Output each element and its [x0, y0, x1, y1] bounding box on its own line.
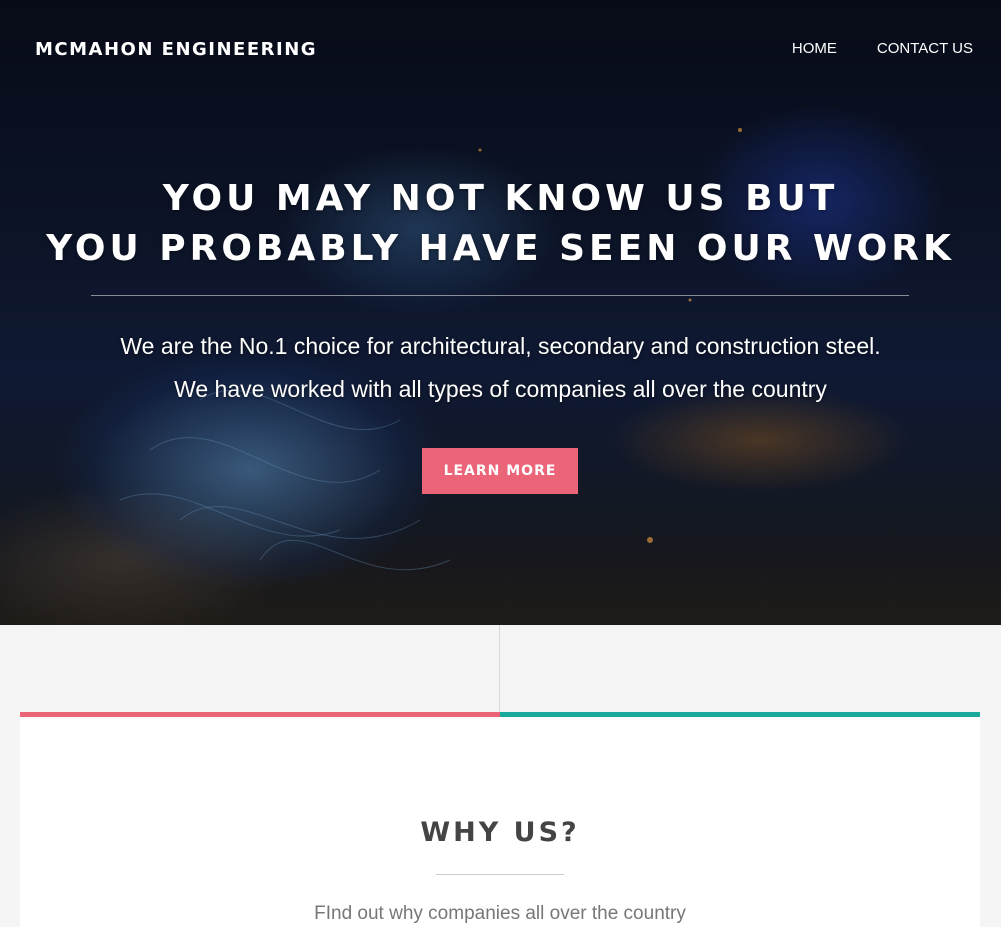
hero-subtext-line2: We have worked with all types of compani…	[174, 376, 827, 402]
hero-divider	[91, 295, 909, 296]
hero-headline: YOU MAY NOT KNOW US BUT YOU PROBABLY HAV…	[0, 174, 1001, 274]
why-us-subtitle: FInd out why companies all over the coun…	[314, 903, 686, 924]
hero-background-image	[119, 128, 742, 571]
hero-subtext-line1: We are the No.1 choice for architectural…	[120, 333, 881, 359]
why-us-divider	[436, 874, 564, 875]
hero-headline-line1: YOU MAY NOT KNOW US BUT	[162, 178, 839, 219]
section-split-divider	[499, 625, 500, 715]
learn-more-button[interactable]: LEARN MORE	[422, 448, 578, 494]
hero-headline-line2: YOU PROBABLY HAVE SEEN OUR WORK	[46, 228, 955, 269]
hero-subtext: We are the No.1 choice for architectural…	[0, 325, 1001, 411]
why-us-title: WHY US?	[420, 817, 580, 848]
hero-section	[0, 0, 1001, 625]
nav-contact-link[interactable]: CONTACT US	[877, 40, 973, 57]
top-nav: HOME CONTACT US	[792, 40, 973, 57]
nav-home-link[interactable]: HOME	[792, 40, 837, 57]
brand-logo[interactable]: MCMAHON ENGINEERING	[35, 39, 317, 60]
why-us-card: WHY US? FInd out why companies all over …	[20, 717, 980, 927]
